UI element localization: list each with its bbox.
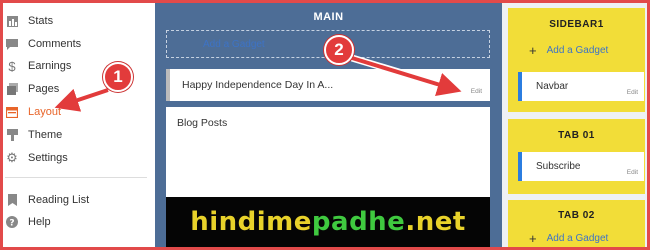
nav-item-label: Reading List (28, 194, 90, 206)
panel-title: SIDEBAR1 (549, 19, 604, 30)
bookmark-icon (6, 194, 18, 206)
nav-item-help[interactable]: ? Help (3, 211, 153, 233)
nav-item-label: Settings (28, 152, 68, 164)
drag-handle[interactable] (166, 69, 170, 101)
panel-title: TAB 02 (558, 210, 595, 221)
widget-title: Navbar (536, 81, 569, 92)
widget-title: Subscribe (536, 161, 581, 172)
pages-icon (6, 83, 18, 95)
layout-icon (6, 106, 18, 118)
panel-tab-01: TAB 01 Subscribe Edit (508, 119, 645, 194)
plus-icon: + (529, 231, 537, 246)
nav-item-label: Comments (28, 38, 82, 50)
nav-item-label: Pages (28, 83, 60, 95)
edit-link[interactable]: Edit (627, 169, 638, 176)
gadget-title: Happy Independence Day In A... (182, 79, 334, 91)
gear-icon: ⚙ (6, 150, 18, 165)
add-gadget-link[interactable]: + Add a Gadget (529, 43, 645, 58)
theme-icon (6, 129, 18, 141)
nav-divider (5, 177, 147, 178)
nav-item-label: Earnings (28, 60, 72, 72)
step-badge-2: 2 (324, 35, 354, 65)
edit-link[interactable]: Edit (471, 88, 482, 95)
main-section-title: MAIN (313, 11, 344, 23)
watermark-logo: hindime padhe .net (166, 197, 490, 247)
nav-item-stats[interactable]: Stats (3, 10, 153, 32)
nav-item-label: Help (28, 216, 51, 228)
plus-icon: + (529, 43, 537, 58)
blog-posts-gadget[interactable]: Blog Posts (166, 107, 490, 197)
drag-handle[interactable] (523, 160, 525, 174)
panel-sidebar1: SIDEBAR1 + Add a Gadget Navbar Edit (508, 8, 645, 112)
svg-text:?: ? (9, 219, 14, 229)
left-navigation: Stats Comments $ Earnings Pages Layout T… (3, 3, 155, 247)
nav-item-label: Stats (28, 15, 54, 27)
blog-posts-title: Blog Posts (177, 117, 228, 129)
panel-tab-02: TAB 02 + Add a Gadget (508, 200, 645, 247)
screenshot-frame: Stats Comments $ Earnings Pages Layout T… (3, 3, 647, 247)
drag-handle[interactable] (523, 80, 525, 94)
nav-item-label: Layout (28, 106, 62, 118)
edit-link[interactable]: Edit (627, 89, 638, 96)
nav-item-reading-list[interactable]: Reading List (3, 189, 153, 211)
dollar-icon: $ (8, 58, 16, 74)
nav-item-layout[interactable]: Layout (3, 101, 153, 123)
widget-navbar[interactable]: Navbar Edit (518, 72, 644, 101)
panel-title: TAB 01 (558, 130, 595, 141)
widget-subscribe[interactable]: Subscribe Edit (518, 152, 644, 181)
add-gadget-link[interactable]: + Add a Gadget (529, 231, 645, 246)
nav-item-comments[interactable]: Comments (3, 33, 153, 55)
right-sidebar: SIDEBAR1 + Add a Gadget Navbar Edit TAB … (502, 3, 647, 247)
nav-item-settings[interactable]: ⚙ Settings (3, 147, 153, 169)
comments-icon (6, 38, 18, 50)
help-icon: ? (6, 216, 18, 228)
gadget-happy-independence-day[interactable]: Happy Independence Day In A... Edit (166, 69, 490, 101)
step-badge-1: 1 (103, 62, 133, 92)
nav-item-theme[interactable]: Theme (3, 124, 153, 146)
nav-item-label: Theme (28, 129, 63, 141)
stats-icon (6, 15, 18, 27)
